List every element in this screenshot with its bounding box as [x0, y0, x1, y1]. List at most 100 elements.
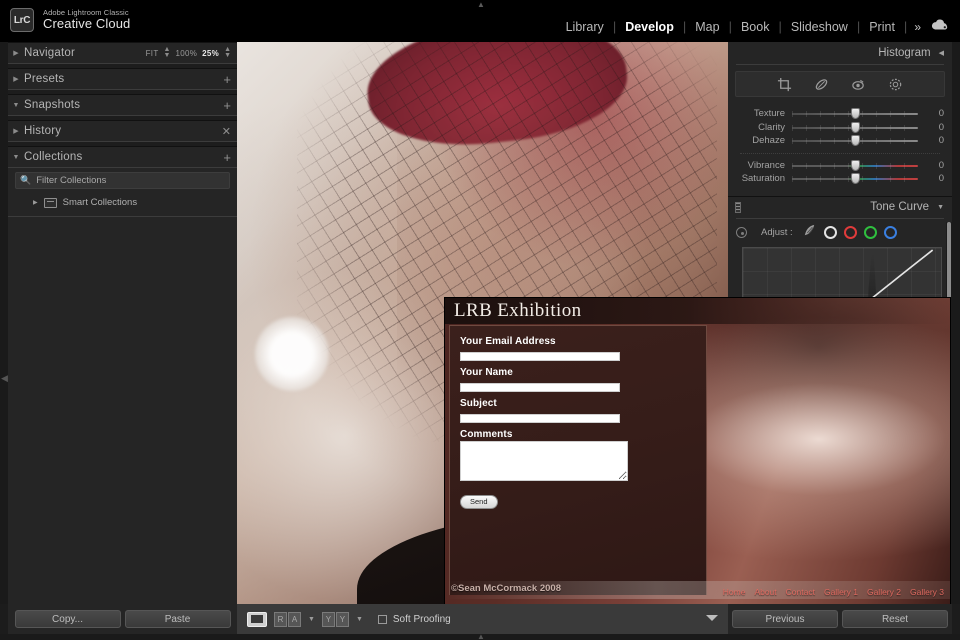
slider-vibrance-value[interactable]: 0	[918, 160, 944, 171]
module-map[interactable]: Map	[686, 20, 728, 34]
nav-link-about[interactable]: About	[754, 587, 776, 597]
name-field[interactable]	[460, 383, 620, 392]
basic-adjustment-sliders: Texture 0 Clarity 0 Dehaze 0 Vibrance 0	[728, 105, 952, 190]
channel-luminance-icon[interactable]	[823, 226, 837, 239]
module-overflow-icon[interactable]: »	[907, 20, 925, 34]
panel-header-snapshots[interactable]: ▼ Snapshots +	[8, 94, 237, 115]
smart-collections-disclosure-icon[interactable]: ▶	[33, 199, 38, 206]
email-field[interactable]	[460, 352, 620, 361]
zoom-100[interactable]: 100%	[175, 49, 197, 58]
paste-button[interactable]: Paste	[124, 610, 231, 628]
history-clear-icon[interactable]: ✕	[222, 125, 231, 138]
previous-button[interactable]: Previous	[732, 610, 838, 628]
zoom-fit[interactable]: FIT	[146, 49, 159, 58]
masking-tool-icon[interactable]	[888, 77, 903, 92]
snapshots-disclosure-icon[interactable]: ▼	[8, 102, 24, 109]
panel-header-navigator[interactable]: ▶ Navigator FIT ▲ ▼ 100% 25% ▲ ▼	[8, 42, 237, 63]
lrb-exhibition-window[interactable]: LRB Exhibition Your Email Address Your N…	[445, 298, 950, 605]
nav-link-gallery-3[interactable]: Gallery 3	[910, 587, 944, 597]
tone-curve-disclosure-icon[interactable]: ▼	[937, 204, 944, 211]
slider-clarity[interactable]: Clarity 0	[736, 121, 944, 135]
slider-texture[interactable]: Texture 0	[736, 107, 944, 121]
presets-disclosure-icon[interactable]: ▶	[8, 75, 24, 83]
module-library[interactable]: Library	[557, 20, 613, 34]
soft-proofing-toggle[interactable]: Soft Proofing	[377, 614, 451, 625]
navigator-disclosure-icon[interactable]: ▶	[8, 49, 24, 57]
slider-dehaze[interactable]: Dehaze 0	[736, 134, 944, 148]
top-panel-toggle-arrow[interactable]: ▲	[477, 0, 485, 9]
slider-vibrance[interactable]: Vibrance 0	[736, 159, 944, 173]
slider-dehaze-value[interactable]: 0	[918, 135, 944, 146]
module-develop[interactable]: Develop	[616, 20, 683, 34]
slider-vibrance-knob[interactable]	[850, 159, 860, 171]
toolbar-collapse-icon[interactable]	[706, 615, 718, 621]
filter-collections-input[interactable]: 🔍 Filter Collections	[15, 172, 230, 189]
targeted-adjustment-tool-icon[interactable]	[736, 227, 747, 238]
history-disclosure-icon[interactable]: ▶	[8, 127, 24, 135]
channel-red-icon[interactable]	[843, 226, 857, 239]
collections-add-icon[interactable]: +	[223, 150, 231, 165]
collections-disclosure-icon[interactable]: ▼	[8, 154, 24, 161]
soft-proofing-checkbox[interactable]	[377, 614, 387, 624]
split-view-dropdown-icon[interactable]: ▼	[356, 616, 363, 623]
filmstrip-toggle-icon[interactable]: ▲	[477, 633, 485, 640]
list-item-smart-collections[interactable]: ▶ Smart Collections	[15, 195, 230, 210]
crop-tool-icon[interactable]	[777, 77, 792, 92]
zoom-current[interactable]: 25%	[202, 49, 219, 58]
slider-texture-label: Texture	[753, 108, 785, 120]
slider-texture-track[interactable]	[792, 108, 918, 120]
cloud-sync-icon[interactable]	[931, 19, 948, 34]
photo-bokeh-highlight	[255, 317, 329, 391]
slider-clarity-track[interactable]	[792, 121, 918, 133]
channel-blue-icon[interactable]	[883, 226, 897, 239]
subject-field[interactable]	[460, 414, 620, 423]
slider-texture-knob[interactable]	[850, 108, 860, 120]
right-panel-edge[interactable]	[952, 42, 960, 604]
before-after-view-icon[interactable]: RA	[274, 611, 301, 627]
nav-link-home[interactable]: Home	[723, 587, 746, 597]
channel-green-icon[interactable]	[863, 226, 877, 239]
slider-saturation-knob[interactable]	[850, 173, 860, 185]
slider-saturation[interactable]: Saturation 0	[736, 172, 944, 186]
nav-link-gallery-2[interactable]: Gallery 2	[867, 587, 901, 597]
comments-field[interactable]	[460, 441, 628, 481]
nav-link-gallery-1[interactable]: Gallery 1	[824, 587, 858, 597]
name-field-label: Your Name	[460, 367, 513, 378]
slider-dehaze-knob[interactable]	[850, 135, 860, 147]
left-panel-edge[interactable]: ◀	[0, 42, 8, 604]
snapshots-add-icon[interactable]: +	[223, 98, 231, 113]
before-after-split-icon[interactable]: YY	[321, 611, 349, 627]
send-button[interactable]: Send	[460, 495, 498, 509]
histogram-disclosure-icon[interactable]: ◀	[939, 49, 944, 57]
left-panel-collapse-icon[interactable]: ◀	[1, 372, 8, 384]
slider-saturation-track[interactable]	[792, 173, 918, 185]
tone-curve-grip-icon[interactable]	[735, 201, 741, 213]
bottom-left-buttons: Copy... Paste	[8, 604, 237, 634]
panel-header-collections[interactable]: ▼ Collections +	[8, 146, 237, 167]
panel-header-history[interactable]: ▶ History ✕	[8, 120, 237, 141]
slider-clarity-knob[interactable]	[850, 121, 860, 133]
spot-removal-tool-icon[interactable]	[814, 77, 829, 92]
nav-link-contact[interactable]: Contact	[786, 587, 815, 597]
slider-vibrance-track[interactable]	[792, 159, 918, 171]
zoom-current-stepper-icon[interactable]: ▲ ▼	[224, 46, 231, 59]
panel-header-histogram[interactable]: Histogram ◀	[728, 42, 952, 64]
loupe-view-icon[interactable]	[247, 611, 267, 627]
panel-header-tone-curve[interactable]: Tone Curve ▼	[728, 195, 952, 218]
copy-button[interactable]: Copy...	[14, 610, 121, 628]
slider-saturation-value[interactable]: 0	[918, 173, 944, 184]
presets-add-icon[interactable]: +	[223, 72, 231, 87]
slider-dehaze-track[interactable]	[792, 135, 918, 147]
channel-all-icon[interactable]	[802, 223, 817, 243]
module-slideshow[interactable]: Slideshow	[782, 20, 857, 34]
slider-texture-value[interactable]: 0	[918, 108, 944, 119]
navigator-title: Navigator	[24, 47, 76, 59]
red-eye-tool-icon[interactable]	[851, 77, 866, 92]
zoom-fit-stepper-icon[interactable]: ▲ ▼	[164, 46, 171, 59]
reset-button[interactable]: Reset	[842, 610, 948, 628]
slider-clarity-value[interactable]: 0	[918, 122, 944, 133]
panel-header-presets[interactable]: ▶ Presets +	[8, 68, 237, 89]
before-after-dropdown-icon[interactable]: ▼	[308, 616, 315, 623]
module-print[interactable]: Print	[860, 20, 904, 34]
module-book[interactable]: Book	[732, 20, 779, 34]
